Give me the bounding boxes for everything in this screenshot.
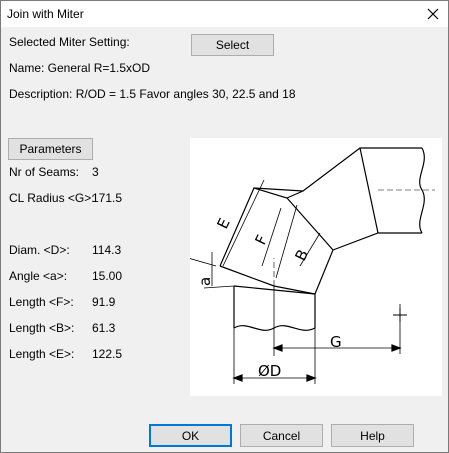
- close-button[interactable]: [418, 1, 448, 27]
- param-label-angle: Angle <a>:: [9, 269, 68, 283]
- title-bar: Join with Miter: [1, 1, 448, 27]
- miter-diagram: E F B a G ØD: [190, 138, 442, 396]
- help-button[interactable]: Help: [331, 424, 414, 447]
- param-value-length-f: 91.9: [92, 295, 116, 309]
- dimension-f-label: F: [251, 232, 271, 248]
- param-value-length-b: 61.3: [92, 321, 116, 335]
- param-label-length-b: Length <B>:: [9, 321, 75, 335]
- param-label-length-e: Length <E>:: [9, 347, 75, 361]
- select-button[interactable]: Select: [191, 34, 274, 56]
- selected-miter-label: Selected Miter Setting:: [9, 35, 130, 49]
- param-label-seams: Nr of Seams:: [9, 165, 80, 179]
- join-with-miter-dialog: Join with Miter Selected Miter Setting: …: [0, 0, 449, 453]
- ok-button[interactable]: OK: [149, 424, 232, 447]
- dimension-d-label: ØD: [258, 362, 281, 380]
- param-value-length-e: 122.5: [92, 347, 123, 361]
- window-title: Join with Miter: [7, 7, 84, 21]
- param-label-length-f: Length <F>:: [9, 295, 74, 309]
- miter-name: Name: General R=1.5xOD: [9, 61, 151, 75]
- param-label-diameter: Diam. <D>:: [9, 243, 70, 257]
- cancel-button[interactable]: Cancel: [240, 424, 323, 447]
- miter-description: Description: R/OD = 1.5 Favor angles 30,…: [9, 87, 296, 101]
- close-icon: [427, 8, 439, 20]
- param-value-diameter: 114.3: [92, 243, 122, 257]
- miter-diagram-drawing: E F B a G ØD: [190, 147, 435, 384]
- param-value-cl-radius: 171.5: [92, 191, 123, 205]
- dimension-b-label: B: [291, 247, 312, 264]
- dimension-a-label: a: [196, 277, 214, 286]
- param-value-angle: 15.00: [92, 269, 123, 283]
- dimension-e-label: E: [213, 215, 233, 231]
- parameters-button[interactable]: Parameters: [8, 138, 93, 160]
- param-value-seams: 3: [92, 165, 99, 179]
- dimension-g-label: G: [330, 333, 342, 351]
- param-label-cl-radius: CL Radius <G>:: [9, 191, 95, 205]
